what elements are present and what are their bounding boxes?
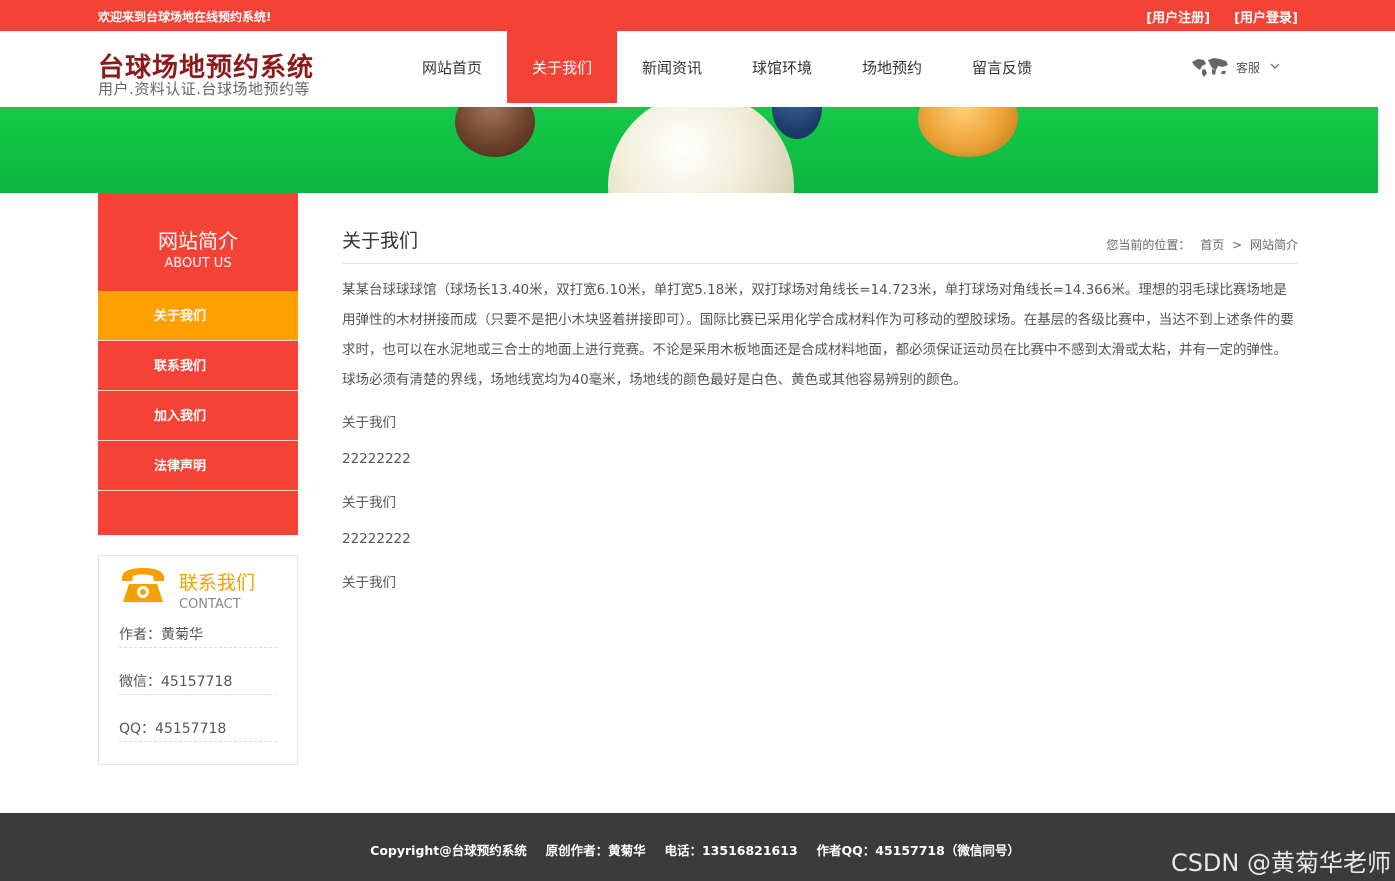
- hero-banner: [0, 107, 1378, 193]
- content-line: 关于我们: [342, 415, 396, 431]
- sidebar-item-join[interactable]: 加入我们: [98, 391, 298, 441]
- about-paragraph: 某某台球球球馆（球场长13.40米，双打宽6.10米，单打宽5.18米，双打球场…: [342, 282, 1294, 388]
- customer-service-label: 客服: [1236, 60, 1261, 75]
- customer-service-dropdown[interactable]: 客服: [1190, 56, 1284, 78]
- breadcrumb-current[interactable]: 网站简介: [1250, 238, 1298, 252]
- login-link[interactable]: [用户登录]: [1234, 7, 1298, 26]
- breadcrumb-separator: >: [1232, 238, 1243, 252]
- content-line: 22222222: [342, 451, 411, 467]
- nav-item-booking[interactable]: 场地预约: [837, 31, 947, 103]
- content-line: 关于我们: [342, 575, 396, 591]
- banner-ball-cue: [608, 107, 794, 193]
- site-header: 台球场地预约系统 用户.资料认证.台球场地预约等 网站首页 关于我们 新闻资讯 …: [0, 31, 1395, 107]
- banner-ball-brown: [455, 107, 535, 157]
- chevron-down-icon: [1270, 63, 1280, 69]
- sidebar-subtitle: ABOUT US: [164, 256, 232, 271]
- sidebar-menu: 关于我们 联系我们 加入我们 法律声明: [98, 291, 298, 535]
- nav-item-about[interactable]: 关于我们: [507, 31, 617, 103]
- top-bar: 欢迎来到台球场地在线预约系统! [用户注册] [用户登录]: [0, 0, 1395, 31]
- sidebar-item-about[interactable]: 关于我们: [98, 291, 298, 341]
- register-link[interactable]: [用户注册]: [1146, 7, 1210, 26]
- auth-links: [用户注册] [用户登录]: [1146, 7, 1298, 26]
- breadcrumb-home[interactable]: 首页: [1200, 238, 1224, 252]
- contact-qq: QQ：45157718: [119, 718, 277, 742]
- contact-wechat: 微信：45157718: [119, 671, 277, 695]
- banner-ball-orange: [918, 107, 1018, 157]
- contact-author: 作者：黄菊华: [119, 624, 277, 648]
- world-map-icon: [1192, 58, 1228, 77]
- main-nav: 网站首页 关于我们 新闻资讯 球馆环境 场地预约 留言反馈: [397, 31, 1057, 103]
- content-line: 22222222: [342, 531, 411, 547]
- site-logo-subtitle: 用户.资料认证.台球场地预约等: [98, 80, 311, 98]
- content-line: 关于我们: [342, 495, 396, 511]
- nav-item-venue[interactable]: 球馆环境: [727, 31, 837, 103]
- csdn-watermark: CSDN @黄菊华老师: [1170, 849, 1391, 877]
- contact-title: 联系我们: [179, 572, 256, 594]
- sidebar-title: 网站简介: [158, 229, 238, 253]
- breadcrumb: 您当前的位置： 首页 > 网站简介: [1106, 236, 1298, 253]
- banner-ball-blue: [772, 107, 822, 139]
- welcome-text: 欢迎来到台球场地在线预约系统!: [98, 10, 272, 24]
- telephone-icon: [122, 568, 164, 602]
- nav-item-home[interactable]: 网站首页: [397, 31, 507, 103]
- nav-item-feedback[interactable]: 留言反馈: [947, 31, 1057, 103]
- contact-subtitle: CONTACT: [179, 597, 241, 612]
- sidebar-header: 网站简介 ABOUT US: [98, 193, 298, 291]
- site-footer: Copyright@台球预约系统 原创作者：黄菊华 电话：13516821613…: [0, 813, 1395, 881]
- title-divider: [342, 263, 1298, 264]
- sidebar-item-legal[interactable]: 法律声明: [98, 441, 298, 491]
- breadcrumb-label: 您当前的位置：: [1106, 238, 1191, 252]
- sidebar-item-contact[interactable]: 联系我们: [98, 341, 298, 391]
- page-title: 关于我们: [342, 230, 419, 252]
- contact-box: 联系我们 CONTACT 作者：黄菊华 微信：45157718 QQ：45157…: [98, 555, 298, 765]
- nav-item-news[interactable]: 新闻资讯: [617, 31, 727, 103]
